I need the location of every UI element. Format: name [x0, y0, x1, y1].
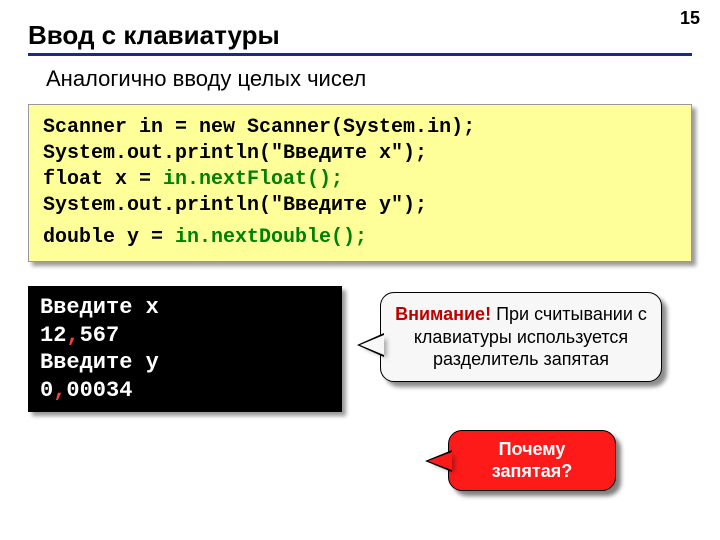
- code-text: double y =: [43, 226, 175, 249]
- callout-tail: [428, 452, 452, 470]
- attention-callout: Внимание! При считывании с клавиатуры ис…: [380, 292, 662, 382]
- console-text: 0: [40, 378, 53, 403]
- console-line: Введите x: [40, 294, 330, 322]
- title-underline: [28, 53, 692, 56]
- code-line: float x = in.nextFloat();: [43, 167, 677, 193]
- callout-line: Почему: [461, 439, 603, 461]
- code-call: in.nextDouble();: [175, 226, 367, 249]
- code-line: System.out.println("Введите x");: [43, 141, 677, 167]
- callout-emphasis: Внимание!: [395, 304, 491, 324]
- console-text: 00034: [66, 378, 132, 403]
- callout-tail: [360, 335, 384, 355]
- callout-line: запятая?: [461, 461, 603, 483]
- console-comma: ,: [66, 323, 79, 348]
- console-comma: ,: [53, 378, 66, 403]
- code-line: Scanner in = new Scanner(System.in);: [43, 115, 677, 141]
- code-line: double y = in.nextDouble();: [43, 225, 677, 251]
- console-line: 12,567: [40, 322, 330, 350]
- slide-title: Ввод с клавиатуры: [28, 20, 692, 51]
- slide-subtitle: Аналогично вводу целых чисел: [46, 66, 692, 92]
- question-callout: Почему запятая?: [448, 430, 616, 491]
- console-line: Введите y: [40, 349, 330, 377]
- page-number: 15: [680, 8, 700, 29]
- code-block: Scanner in = new Scanner(System.in); Sys…: [28, 104, 692, 262]
- code-text: float x =: [43, 168, 163, 191]
- code-call: in.nextFloat();: [163, 168, 343, 191]
- console-text: 567: [80, 323, 120, 348]
- console-line: 0,00034: [40, 377, 330, 405]
- console-output: Введите x 12,567 Введите y 0,00034: [28, 286, 342, 412]
- code-line: System.out.println("Введите y");: [43, 193, 677, 219]
- console-text: 12: [40, 323, 66, 348]
